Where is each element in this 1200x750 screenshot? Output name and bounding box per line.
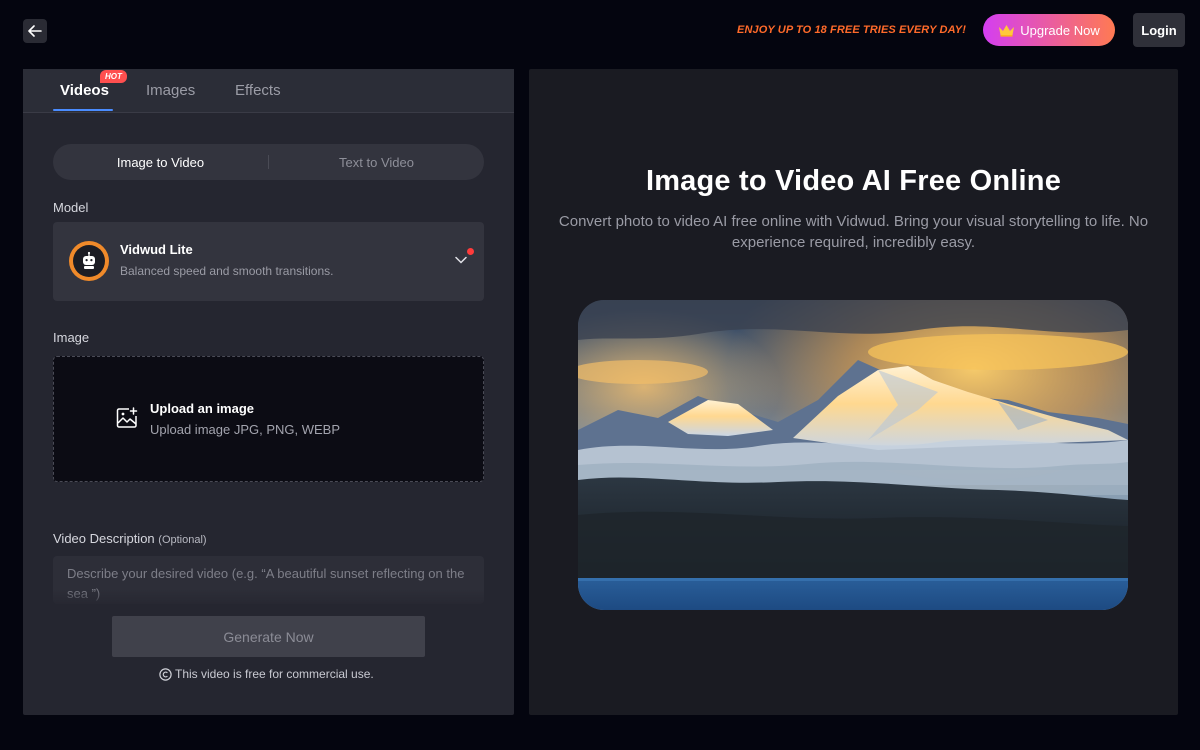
tab-images[interactable]: Images [146,82,195,99]
mode-image-to-video[interactable]: Image to Video [53,144,268,180]
sample-mountain-image [578,300,1128,610]
tab-videos[interactable]: Videos [60,82,109,99]
hero-title: Image to Video AI Free Online [645,165,1062,197]
arrow-left-icon [28,25,42,37]
hot-badge: HOT [100,70,127,83]
crown-icon [999,25,1015,37]
upgrade-button[interactable]: Upgrade Now [983,14,1115,46]
model-description: Balanced speed and smooth transitions. [120,264,334,278]
image-upload-dropzone[interactable]: Upload an image Upload image JPG, PNG, W… [53,356,484,482]
copyright-icon [159,667,172,681]
model-name: Vidwud Lite [120,242,193,257]
mode-text-to-video[interactable]: Text to Video [269,144,484,180]
model-selector[interactable]: Vidwud Lite Balanced speed and smooth tr… [53,222,484,301]
image-upload-icon [116,407,138,428]
image-label: Image [53,330,90,345]
video-description-input[interactable] [53,556,484,604]
hero-subtitle: Convert photo to video AI free online wi… [558,213,1149,251]
video-description-label: Video Description (Optional) [53,531,207,546]
generator-panel: Videos HOT Images Effects Image to Video… [23,69,514,715]
upload-formats: Upload image JPG, PNG, WEBP [150,422,341,437]
login-button[interactable]: Login [1133,13,1185,47]
active-tab-indicator [53,109,113,111]
license-note: This video is free for commercial use. [159,667,374,681]
chevron-down-icon[interactable] [455,256,467,264]
notification-dot [467,248,474,255]
model-label: Model [53,200,89,215]
robot-avatar-icon [69,241,109,281]
video-description-label-text: Video Description [53,531,155,546]
upload-title: Upload an image [150,401,255,416]
tab-effects[interactable]: Effects [235,82,281,99]
generate-button[interactable]: Generate Now [112,616,425,657]
mode-toggle: Image to Video Text to Video [53,144,484,180]
promo-banner: ENJOY UP TO 18 FREE TRIES EVERY DAY! [737,24,966,36]
optional-label: (Optional) [158,534,207,546]
license-text: This video is free for commercial use. [175,667,374,681]
tab-bar: Videos HOT Images Effects [23,69,514,113]
preview-panel: Image to Video AI Free Online Convert ph… [529,69,1178,715]
upgrade-label: Upgrade Now [1020,22,1100,38]
back-button[interactable] [23,19,47,43]
